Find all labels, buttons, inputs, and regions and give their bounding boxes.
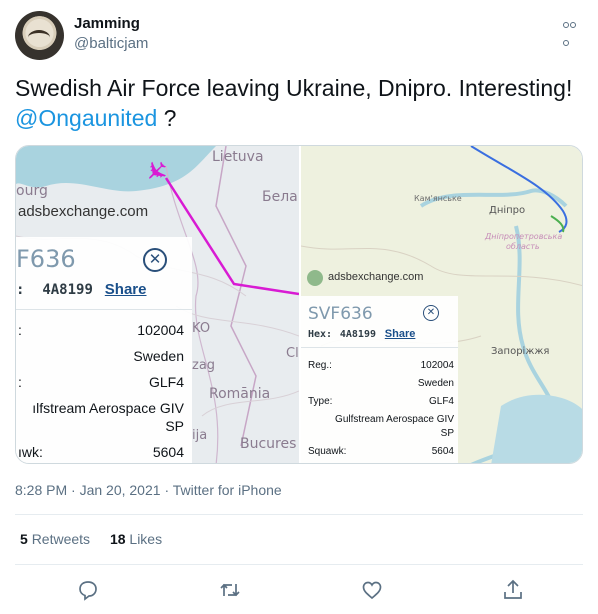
more-icon[interactable]	[563, 15, 583, 46]
map-label: область	[506, 242, 540, 251]
display-name[interactable]: Jamming	[74, 15, 140, 32]
watermark: adsbexchange.com	[328, 271, 424, 283]
info-row-label: Squawk:	[308, 446, 347, 457]
callsign: SVF636	[308, 304, 373, 324]
map-label: Дніпро	[489, 205, 526, 216]
info-row-label: Type:	[308, 396, 333, 407]
flight-info-card: SVF636 ✕ Hex: 4A8199 Share Reg.: 102004 …	[301, 296, 458, 463]
flight-info-card: F636 ✕ : 4A8199 Share : 102004 Sweden : …	[16, 237, 192, 463]
map-label: Запоріжжя	[491, 346, 550, 357]
reply-icon[interactable]	[76, 578, 100, 602]
map-screenshot-right[interactable]: Кам'янське Дніпро Дніпропетровська облас…	[301, 146, 582, 463]
info-row-label: :	[18, 322, 22, 338]
info-row-value: SP	[165, 418, 184, 434]
info-row-label: :	[18, 374, 22, 390]
retweets-label: Retweets	[31, 531, 91, 547]
avatar[interactable]	[15, 11, 64, 60]
mention-link[interactable]: @Ongaunited	[15, 105, 157, 131]
tweet-media[interactable]: ✈ Lietuva Бела ourg KO zag Romānia ija B…	[15, 145, 583, 464]
info-row-value: 5604	[431, 446, 454, 457]
map-label: KO	[192, 321, 211, 336]
map-label: zag	[192, 358, 216, 373]
share-link[interactable]: Share	[105, 281, 147, 298]
hex-row: : 4A8199 Share	[16, 281, 147, 298]
retweet-icon[interactable]	[218, 578, 242, 602]
info-row-value: Sweden	[133, 348, 184, 364]
info-row-label: ıwk:	[18, 444, 43, 460]
map-label: Bucures	[240, 436, 297, 452]
close-icon[interactable]: ✕	[423, 305, 439, 321]
info-row-value: Sweden	[417, 378, 454, 389]
info-row-value: ılfstream Aerospace GIV	[32, 400, 184, 416]
adsb-logo-icon	[307, 270, 323, 286]
info-row-value: Gulfstream Aerospace GIV	[335, 414, 454, 425]
map-label: ourg	[16, 183, 48, 199]
info-row-value: 102004	[420, 360, 454, 371]
hex-value: 4A8199	[339, 329, 376, 340]
timestamp-link[interactable]: 8:28 PM · Jan 20, 2021	[15, 482, 161, 498]
map-label: Бела	[262, 189, 298, 205]
divider	[15, 564, 583, 565]
map-label: Lietuva	[212, 149, 264, 165]
divider	[15, 514, 583, 515]
map-label: ija	[192, 428, 208, 443]
map-label: Romānia	[209, 386, 271, 402]
info-row-label: Reg.:	[308, 360, 332, 371]
hex-label: Hex:	[308, 329, 333, 340]
likes-label: Likes	[129, 531, 163, 547]
tweet-header: Jamming @balticjam	[15, 11, 583, 61]
hex-row: Hex: 4A8199 Share	[308, 328, 415, 340]
share-icon[interactable]	[501, 578, 525, 602]
info-row-value: 5604	[152, 444, 184, 460]
hex-label: :	[16, 282, 25, 298]
info-row-value: 102004	[137, 322, 184, 338]
hex-value: 4A8199	[42, 282, 93, 298]
info-row-value: SP	[440, 428, 454, 439]
heart-icon[interactable]	[360, 578, 384, 602]
info-row-value: GLF4	[148, 374, 184, 390]
likes-count: 18	[109, 531, 126, 547]
tweet-suffix: ?	[157, 105, 177, 131]
share-link[interactable]: Share	[385, 328, 416, 340]
map-label: Кам'янське	[414, 194, 462, 203]
retweets-stat[interactable]: 5 Retweets	[20, 531, 90, 547]
tweet-timestamp: 8:28 PM · Jan 20, 2021 · Twitter for iPh…	[15, 482, 282, 498]
likes-stat[interactable]: 18 Likes	[110, 531, 162, 547]
tweet-body: Swedish Air Force leaving Ukraine, Dnipr…	[15, 75, 573, 101]
tweet-text: Swedish Air Force leaving Ukraine, Dnipr…	[15, 73, 580, 133]
info-row-value: GLF4	[428, 396, 454, 407]
close-icon[interactable]: ✕	[143, 248, 167, 272]
action-bar	[0, 578, 598, 604]
retweets-count: 5	[20, 531, 28, 547]
map-label: Cl	[286, 346, 299, 361]
map-screenshot-left[interactable]: ✈ Lietuva Бела ourg KO zag Romānia ija B…	[16, 146, 299, 463]
watermark: adsbexchange.com	[18, 203, 149, 220]
callsign: F636	[16, 245, 76, 273]
client-label[interactable]: Twitter for iPhone	[173, 482, 282, 498]
engagement-stats: 5 Retweets 18 Likes	[20, 531, 162, 547]
map-label: Дніпропетровська	[485, 232, 563, 241]
user-handle[interactable]: @balticjam	[74, 35, 148, 52]
